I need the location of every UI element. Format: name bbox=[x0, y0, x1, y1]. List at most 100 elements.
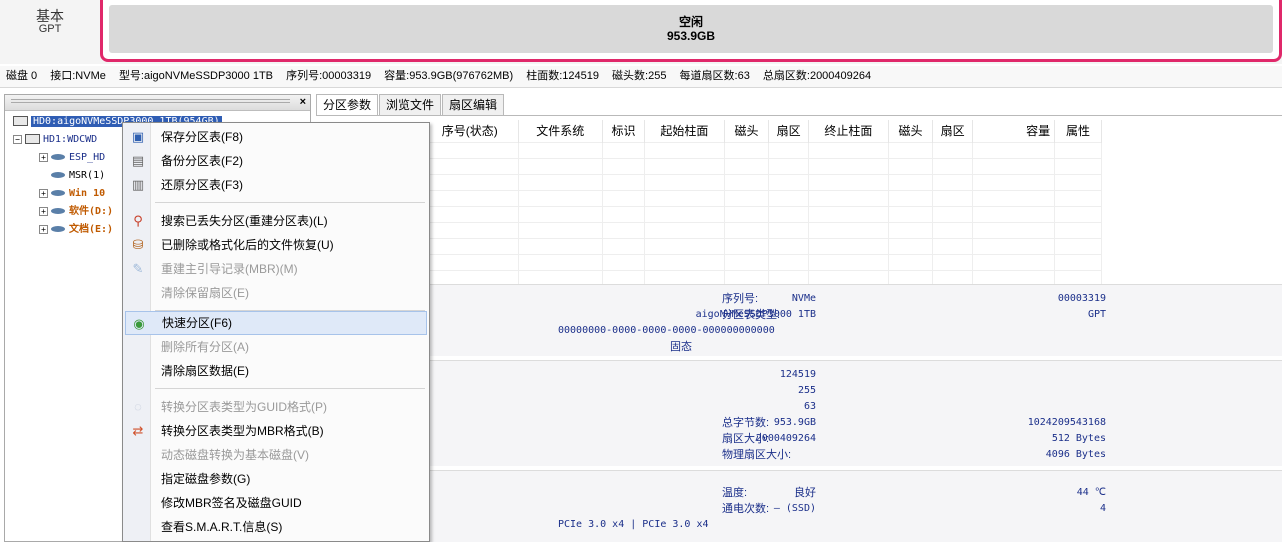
table-row bbox=[422, 253, 1102, 270]
col-end-cyl[interactable]: 终止柱面 bbox=[808, 120, 889, 142]
info-guid: 00000000-0000-0000-0000-000000000000 bbox=[558, 325, 775, 336]
col-sector1[interactable]: 扇区 bbox=[768, 120, 810, 142]
search-icon: ⚲ bbox=[133, 213, 143, 228]
free-space-block[interactable]: 空闲 953.9GB bbox=[100, 0, 1282, 62]
temp-label: 温度: bbox=[722, 487, 748, 499]
col-head2[interactable]: 磁头 bbox=[888, 120, 934, 142]
menu-item-delete-all-partitions[interactable]: 删除所有分区(A) bbox=[125, 335, 427, 359]
expand-icon[interactable]: + bbox=[39, 152, 48, 162]
table-row bbox=[422, 221, 1102, 238]
info-capacity: 953.9GB bbox=[773, 417, 816, 428]
info-pt-type: GPT bbox=[1087, 309, 1106, 320]
table-header-row: 序号(状态) 文件系统 标识 起始柱面 磁头 扇区 终止柱面 磁头 扇区 容量 … bbox=[422, 120, 1102, 142]
menu-item-rebuild-mbr[interactable]: ✎ 重建主引导记录(MBR)(M) bbox=[125, 257, 427, 281]
menu-item-clear-reserved-sectors[interactable]: 清除保留扇区(E) bbox=[125, 281, 427, 305]
backup-icon: ▤ bbox=[131, 153, 145, 168]
tree-item-hd1[interactable]: − HD1:WDCWD bbox=[13, 131, 97, 148]
collapse-icon[interactable]: − bbox=[13, 134, 22, 144]
table-row bbox=[422, 189, 1102, 206]
table-row bbox=[422, 157, 1102, 174]
info-temp: 44 ℃ bbox=[1076, 487, 1106, 498]
serial-label: 序列号: bbox=[722, 293, 759, 305]
menu-item-backup-partition-table[interactable]: ▤ 备份分区表(F2) bbox=[125, 149, 427, 173]
col-head1[interactable]: 磁头 bbox=[724, 120, 770, 142]
col-index[interactable]: 序号(状态) bbox=[422, 120, 519, 142]
disk-info-bar: 磁盘 0 接口:NVMe 型号:aigoNVMeSSDP3000 1TB 序列号… bbox=[0, 66, 1282, 88]
expand-icon[interactable]: + bbox=[39, 224, 48, 234]
power-label: 通电次数: bbox=[722, 503, 770, 515]
tab-bar: 分区参数 浏览文件 扇区编辑 bbox=[316, 94, 505, 116]
partition-icon bbox=[51, 154, 65, 160]
tree-item-msr[interactable]: MSR(1) bbox=[51, 167, 105, 184]
disk-sectors-per-track: 每道扇区数:63 bbox=[679, 70, 750, 82]
menu-item-search-lost-partitions[interactable]: ⚲ 搜索已丢失分区(重建分区表)(L) bbox=[125, 209, 427, 233]
menu-item-restore-partition-table[interactable]: ▥ 还原分区表(F3) bbox=[125, 173, 427, 197]
disk-health-section: 良好 — (SSD) PCIe 3.0 x4 | PCIe 3.0 x4 温度:… bbox=[428, 470, 1282, 542]
menu-item-convert-to-guid[interactable]: ◌ 转换分区表类型为GUID格式(P) bbox=[125, 395, 427, 419]
context-menu: ▣ 保存分区表(F8) ▤ 备份分区表(F2) ▥ 还原分区表(F3) ⚲ 搜索已丢失分… bbox=[122, 122, 430, 542]
partition-table[interactable]: 序号(状态) 文件系统 标识 起始柱面 磁头 扇区 终止柱面 磁头 扇区 容量 … bbox=[422, 120, 1102, 286]
tree-item-documents[interactable]: + 文档(E:) bbox=[39, 221, 113, 238]
menu-separator bbox=[155, 388, 425, 389]
table-row bbox=[422, 237, 1102, 254]
info-interface: NVMe bbox=[791, 293, 816, 304]
partition-icon bbox=[51, 190, 65, 196]
menu-item-modify-mbr-signature[interactable]: 修改MBR签名及磁盘GUID bbox=[125, 491, 427, 515]
info-power: 4 bbox=[1099, 503, 1106, 514]
disk-geometry-section: 124519 255 63 953.9GB 2000409264 总字节数: 扇… bbox=[428, 360, 1282, 466]
tree-item-software[interactable]: + 软件(D:) bbox=[39, 203, 113, 220]
menu-item-file-recovery[interactable]: ⛁ 已删除或格式化后的文件恢复(U) bbox=[125, 233, 427, 257]
col-attributes[interactable]: 属性 bbox=[1054, 120, 1102, 142]
phys-sector-label: 物理扇区大小: bbox=[722, 449, 792, 461]
mbr-icon: ✎ bbox=[132, 261, 144, 276]
menu-item-convert-to-mbr[interactable]: ⇄ 转换分区表类型为MBR格式(B) bbox=[125, 419, 427, 443]
quick-partition-icon: ◉ bbox=[133, 316, 145, 331]
free-space-size: 953.9GB bbox=[666, 29, 716, 43]
tree-item-esp[interactable]: + ESP_HD bbox=[39, 149, 105, 166]
menu-item-clear-sector-data[interactable]: 清除扇区数据(E) bbox=[125, 359, 427, 383]
close-icon[interactable]: × bbox=[300, 95, 306, 110]
disk-capacity: 容量:953.9GB(976762MB) bbox=[384, 70, 514, 82]
tab-divider bbox=[316, 115, 1282, 116]
free-space-label: 空闲 bbox=[678, 15, 703, 29]
menu-separator bbox=[155, 202, 425, 203]
info-phys-sector: 4096 Bytes bbox=[1045, 449, 1106, 460]
menu-item-save-partition-table[interactable]: ▣ 保存分区表(F8) bbox=[125, 125, 427, 149]
tree-pane-header[interactable]: × bbox=[5, 95, 310, 111]
col-id[interactable]: 标识 bbox=[602, 120, 646, 142]
menu-item-dynamic-to-basic[interactable]: 动态磁盘转换为基本磁盘(V) bbox=[125, 443, 427, 467]
disk-identity-section: NVMe aigoNVMeSSDP3000 1TB 00000000-0000-… bbox=[428, 284, 1282, 356]
info-sector-size: 512 Bytes bbox=[1051, 433, 1106, 444]
tab-browse-files[interactable]: 浏览文件 bbox=[379, 94, 442, 116]
table-row bbox=[422, 173, 1102, 190]
disk-total-sectors: 总扇区数:2000409264 bbox=[762, 70, 872, 82]
disk-serial: 序列号:00003319 bbox=[286, 70, 372, 82]
disk-model: 型号:aigoNVMeSSDP3000 1TB bbox=[118, 70, 274, 82]
table-row bbox=[422, 205, 1102, 222]
drag-grip[interactable] bbox=[11, 99, 290, 105]
tab-partition-params[interactable]: 分区参数 bbox=[316, 94, 379, 116]
menu-item-quick-partition[interactable]: ◉ 快速分区(F6) bbox=[125, 311, 427, 335]
info-serial: 00003319 bbox=[1057, 293, 1106, 304]
disk-cylinders: 柱面数:124519 bbox=[526, 70, 599, 82]
col-sector2[interactable]: 扇区 bbox=[932, 120, 974, 142]
menu-item-view-smart[interactable]: 查看S.M.A.R.T.信息(S) bbox=[125, 515, 427, 539]
save-icon: ▣ bbox=[131, 129, 145, 144]
partition-icon bbox=[51, 208, 65, 214]
col-filesystem[interactable]: 文件系统 bbox=[518, 120, 603, 142]
info-ssd: — (SSD) bbox=[773, 503, 816, 514]
expand-icon[interactable]: + bbox=[39, 206, 48, 216]
menu-item-specify-disk-params[interactable]: 指定磁盘参数(G) bbox=[125, 467, 427, 491]
partition-icon bbox=[51, 226, 65, 232]
info-spt: 63 bbox=[803, 401, 816, 412]
free-space-bar[interactable]: 空闲 953.9GB bbox=[109, 5, 1273, 53]
expand-icon[interactable]: + bbox=[39, 188, 48, 198]
pt-type-label: 分区表类型: bbox=[722, 309, 781, 321]
disk-interface: 接口:NVMe bbox=[50, 70, 106, 82]
disk-heads: 磁头数:255 bbox=[612, 70, 667, 82]
col-start-cyl[interactable]: 起始柱面 bbox=[644, 120, 725, 142]
tab-sector-editor[interactable]: 扇区编辑 bbox=[442, 94, 505, 116]
tree-item-win10[interactable]: + Win 10 bbox=[39, 185, 105, 202]
convert-mbr-icon: ⇄ bbox=[132, 423, 144, 438]
col-capacity[interactable]: 容量 bbox=[972, 120, 1056, 142]
